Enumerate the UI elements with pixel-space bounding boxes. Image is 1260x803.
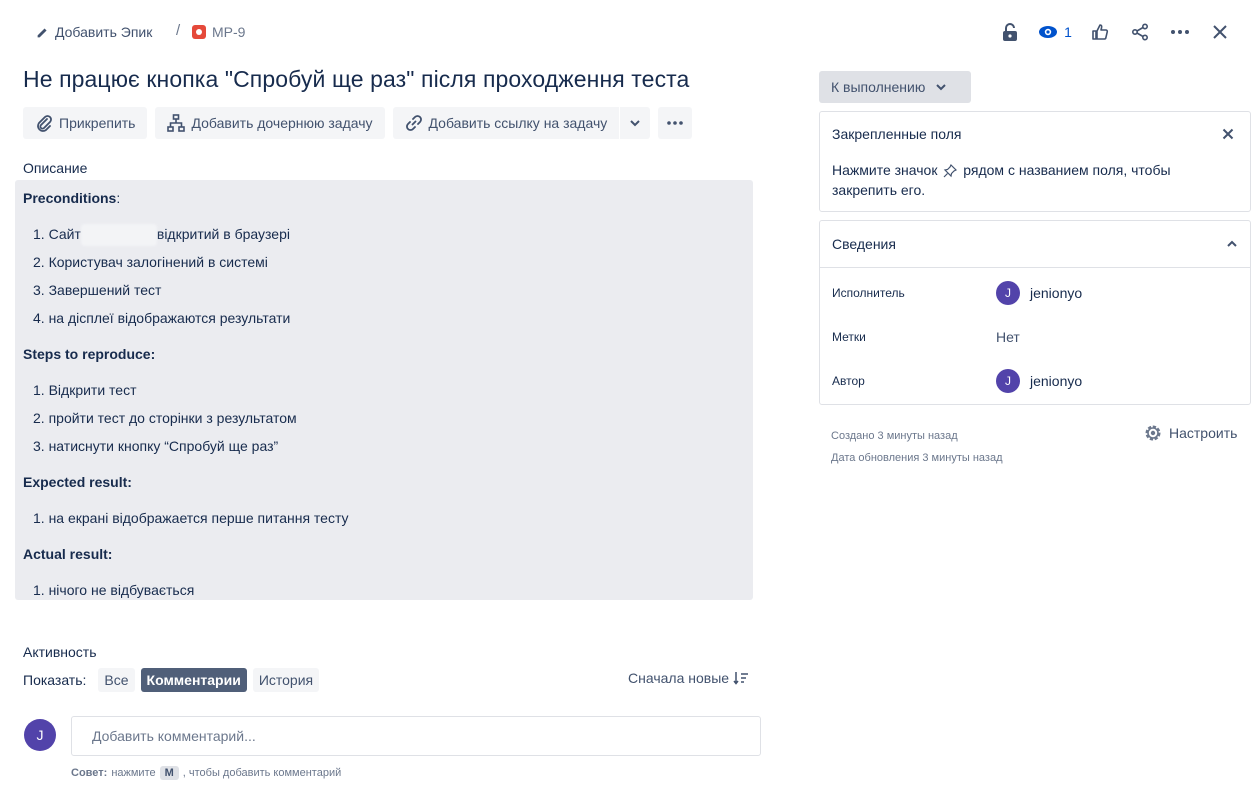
pinned-fields-title: Закрепленные поля: [832, 126, 962, 142]
add-epic-label: Добавить Эпик: [55, 24, 153, 40]
issue-key-link[interactable]: MP-9: [192, 21, 245, 43]
preconditions-heading: Preconditions:: [23, 190, 121, 206]
sort-button[interactable]: Сначала новые: [628, 670, 749, 686]
timestamps: Создано 3 минуты назад Дата обновления 3…: [831, 425, 1003, 469]
bug-icon: [192, 25, 206, 39]
assignee-name: jenionyo: [1030, 285, 1083, 301]
pinned-fields-hint: Нажмите значок рядом с названием поля, ч…: [832, 162, 1171, 198]
list-item: 2. Користувач залогінений в системі: [33, 254, 268, 270]
add-epic-button[interactable]: Добавить Эпик: [36, 21, 152, 43]
details-title: Сведения: [832, 236, 896, 252]
add-child-issue-button[interactable]: Добавить дочернюю задачу: [155, 107, 385, 139]
issue-key: MP-9: [212, 24, 246, 40]
more-actions-button[interactable]: [658, 107, 693, 139]
activity-label: Активность: [23, 644, 97, 660]
details-panel: Сведения Исполнитель J jenionyo Метки Не…: [819, 220, 1251, 405]
eye-icon: [1039, 26, 1058, 38]
pin-icon: [943, 164, 958, 178]
actual-list: 1. нічого не відбувається: [23, 576, 745, 604]
comment-tip: Совет: нажмите M , чтобы добавить коммен…: [71, 766, 341, 780]
description-label: Описание: [23, 160, 88, 176]
list-item: 1. Відкрити тест: [33, 382, 137, 398]
labels-value[interactable]: Нет: [996, 329, 1020, 345]
share-icon[interactable]: [1120, 18, 1160, 46]
filter-comments[interactable]: Комментарии: [140, 668, 247, 692]
watch-button[interactable]: 1: [1030, 18, 1080, 46]
filter-all[interactable]: Все: [98, 668, 135, 692]
filter-history[interactable]: История: [252, 668, 320, 692]
status-dropdown[interactable]: К выполнению: [819, 71, 971, 103]
add-child-label: Добавить дочернюю задачу: [191, 115, 373, 131]
preconditions-list: 1. Сайт відкритий в браузері 2. Користува…: [23, 220, 745, 332]
more-icon: [667, 121, 684, 125]
reporter-name: jenionyo: [1030, 373, 1083, 389]
updated-time: Дата обновления 3 минуты назад: [831, 452, 1003, 464]
tip-prefix: Совет:: [71, 767, 108, 779]
reporter-label: Автор: [832, 374, 865, 388]
paperclip-icon: [37, 115, 52, 132]
avatar: J: [24, 719, 56, 751]
chevron-down-icon: [936, 84, 947, 91]
sort-icon: [733, 672, 749, 685]
reporter-value[interactable]: J jenionyo: [996, 369, 1082, 393]
show-label: Показать:: [23, 672, 87, 688]
link-issue-group: Добавить ссылку на задачу: [392, 107, 651, 139]
watch-count: 1: [1064, 24, 1072, 40]
issue-actions: Прикрепить Добавить дочернюю задачу Доба…: [23, 107, 693, 139]
issue-toolbar: 1: [990, 18, 1240, 46]
pencil-icon: [37, 27, 47, 37]
close-icon[interactable]: [1218, 124, 1238, 144]
link-icon: [405, 115, 422, 131]
list-item: 4. на дісплеї відображаются результати: [33, 310, 291, 326]
expected-list: 1. на екрані відображается перше питання…: [23, 504, 745, 532]
actual-heading: Actual result:: [23, 546, 113, 562]
link-dropdown-button[interactable]: [620, 107, 651, 139]
attach-label: Прикрепить: [59, 115, 136, 131]
more-icon[interactable]: [1160, 18, 1200, 46]
tip-mid: нажмите: [111, 767, 156, 779]
labels-row: Метки Нет: [832, 321, 1242, 353]
sort-label: Сначала новые: [628, 670, 730, 686]
add-link-label: Добавить ссылку на задачу: [428, 115, 608, 131]
list-item: 2. пройти тест до сторінки з результатом: [33, 410, 297, 426]
shortcut-key: M: [159, 766, 179, 780]
list-item: 3. натиснути кнопку “Спробуй ще раз”: [33, 438, 279, 454]
chevron-down-icon: [630, 120, 640, 127]
assignee-value[interactable]: J jenionyo: [996, 281, 1082, 305]
steps-list: 1. Відкрити тест 2. пройти тест до сторі…: [23, 376, 745, 460]
assignee-row: Исполнитель J jenionyo: [832, 277, 1242, 309]
comment-input[interactable]: [71, 716, 761, 756]
breadcrumb-separator: /: [176, 22, 181, 39]
add-link-button[interactable]: Добавить ссылку на задачу: [392, 107, 620, 139]
status-label: К выполнению: [831, 79, 926, 95]
assignee-label: Исполнитель: [832, 286, 905, 300]
avatar: J: [996, 369, 1020, 393]
reporter-row: Автор J jenionyo: [832, 365, 1242, 397]
issue-title[interactable]: Не працює кнопка "Спробуй ще раз" після …: [23, 66, 689, 93]
list-item: 1. на екрані відображается перше питання…: [33, 510, 349, 526]
tip-suffix: , чтобы добавить комментарий: [182, 767, 342, 779]
thumbs-up-icon[interactable]: [1080, 18, 1120, 46]
list-item: 1. нічого не відбувається: [33, 582, 195, 598]
hierarchy-icon: [167, 114, 186, 132]
redacted-site-name: [80, 224, 157, 247]
labels-label: Метки: [832, 330, 866, 344]
details-header[interactable]: Сведения: [820, 221, 1250, 268]
configure-button[interactable]: Настроить: [1143, 423, 1237, 443]
close-icon[interactable]: [1200, 18, 1240, 46]
attach-button[interactable]: Прикрепить: [23, 107, 148, 139]
gear-icon: [1145, 425, 1161, 441]
steps-heading: Steps to reproduce:: [23, 346, 156, 362]
list-item: 1. Сайт відкритий в браузері: [33, 220, 745, 248]
description-body[interactable]: Preconditions: 1. Сайт відкритий в браузе…: [15, 180, 753, 600]
pinned-fields-panel: Закрепленные поля Нажмите значок рядом с…: [819, 111, 1251, 212]
list-item: 3. Завершений тест: [33, 282, 162, 298]
activity-filter: Показать: Все Комментарии История: [23, 668, 320, 692]
expected-heading: Expected result:: [23, 474, 132, 490]
avatar: J: [996, 281, 1020, 305]
chevron-up-icon: [1227, 240, 1237, 247]
created-time: Создано 3 минуты назад: [831, 430, 958, 442]
configure-label: Настроить: [1169, 425, 1238, 441]
lock-open-icon[interactable]: [990, 18, 1030, 46]
